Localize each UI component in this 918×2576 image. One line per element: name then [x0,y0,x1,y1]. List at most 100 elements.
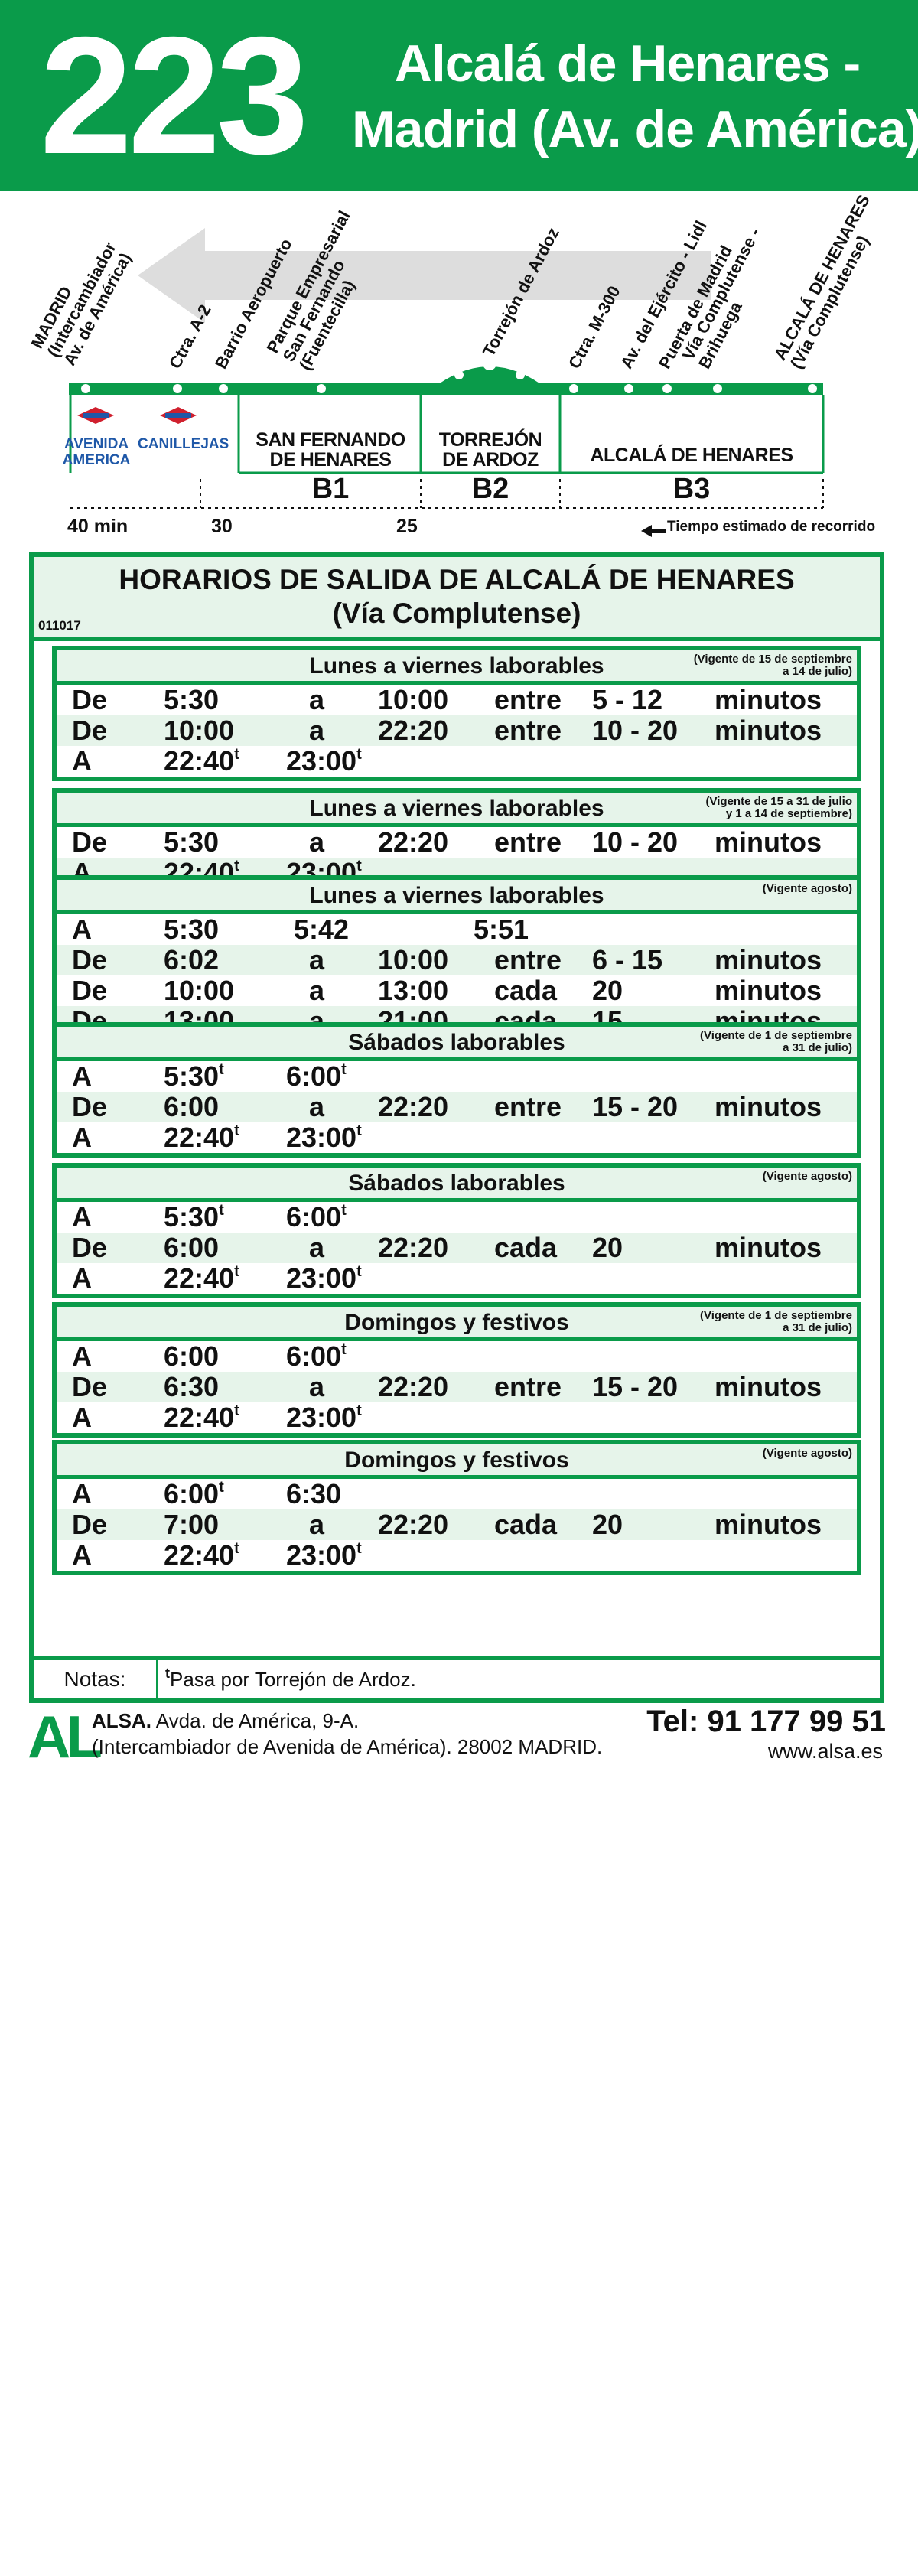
schedule-row: A 6:00t 6:30 [57,1479,857,1509]
stop-dot [808,384,817,393]
stop-dot [317,384,326,393]
schedule-cell-text: 22:40 [164,1122,235,1153]
schedule-cell-text: 5:30 [164,826,220,858]
schedule-cell: 10 - 20 [592,827,678,858]
schedule-row: De 5:30 a 22:20 entre 10 - 20 minutos [57,827,857,858]
schedule-cell-text: minutos [715,1091,822,1122]
torrejon-mark: t [341,1341,347,1358]
schedule-cell: 22:40t [164,1122,239,1153]
torrejon-mark: t [356,858,362,874]
schedule-cell: 23:00t [286,746,362,777]
block-header: Domingos y festivos (Vigente agosto) [57,1444,857,1479]
header-banner: 223 Alcalá de Henares - Madrid (Av. de A… [0,0,918,191]
schedule-cell-text: 20 [592,1232,623,1263]
schedule-cell: 6:00 [164,1092,219,1122]
schedule-cell: entre [494,1372,562,1402]
schedule-cell: 5:42 [294,914,349,945]
schedule-cell-text: 10 - 20 [592,715,679,746]
schedule-block: Domingos y festivos (Vigente de 1 de sept… [52,1302,861,1438]
schedule-block: Sábados laborables (Vigente agosto) A 5:30t… [52,1163,861,1298]
schedule-cell: a [309,715,324,746]
block-validity: (Vigente de 15 a 31 de julio y 1 a 14 de… [705,795,852,820]
schedule-cell-text: A [72,1340,92,1372]
schedule-cell: 22:40t [164,1540,239,1571]
schedule-cell-text: 23:00 [286,1539,357,1571]
schedule-cell-text: 6:30 [164,1371,220,1402]
schedule-cell-text: cada [494,1232,558,1263]
schedule-cell: A [72,1122,92,1153]
schedule-cell-text: De [72,975,108,1006]
schedule-cell-text: 6:00 [164,1478,220,1509]
schedule-cell-text: cada [494,1509,558,1540]
schedule-cell-text: 10 - 20 [592,826,679,858]
schedule-row: De 6:02 a 10:00 entre 6 - 15 minutos [57,945,857,975]
schedule-cell-text: 22:20 [378,826,449,858]
schedule-cell-text: a [309,715,325,746]
schedule-cell: 6:00 [164,1341,219,1372]
schedule-cell-text: a [309,826,325,858]
schedule-cell: A [72,746,92,777]
schedule-cell-text: De [72,1371,108,1402]
schedule-cell-text: entre [494,1091,562,1122]
schedule-cell-text: 6:00 [286,1201,342,1233]
schedule-cell-text: De [72,826,108,858]
schedule-title: HORARIOS DE SALIDA DE ALCALÁ DE HENARES [119,564,795,595]
schedule-cell: 22:20 [378,1509,448,1540]
schedule-cell-text: 22:20 [378,1509,449,1540]
block-header: Lunes a viernes laborables (Vigente agost… [57,880,857,914]
schedule-cell: cada [494,975,557,1006]
schedule-row: A 22:40t 23:00t [57,1540,857,1571]
schedule-cell-text: 6 - 15 [592,944,663,975]
schedule-cell: minutos [715,1233,822,1263]
schedule-cell-text: minutos [715,1232,822,1263]
schedule-cell: 7:00 [164,1509,219,1540]
schedule-cell: 20 [592,975,623,1006]
schedule-cell: 5:30 [164,914,219,945]
torrejon-mark: t [234,1402,239,1419]
schedule-cell: 5:51 [474,914,529,945]
schedule-cell: minutos [715,715,822,746]
schedule-cell-text: A [72,1539,92,1571]
schedule-cell-text: a [309,975,325,1006]
schedule-cell-text: minutos [715,1371,822,1402]
schedule-cell-text: minutos [715,684,822,715]
schedule-cell-text: 10:00 [378,684,449,715]
schedule-cell-text: 6:00 [286,1340,342,1372]
schedule-cell: entre [494,827,562,858]
torrejon-mark: t [219,1061,224,1078]
schedule-cell: 6:00t [164,1479,224,1509]
schedule-cell-text: A [72,1402,92,1433]
schedule-cell: A [72,1061,92,1092]
stop-dot [173,384,182,393]
schedule-cell-text: 5:30 [164,913,220,945]
schedule-cell: 22:20 [378,1092,448,1122]
block-validity: (Vigente de 1 de septiembre a 31 de juli… [700,1029,852,1054]
schedule-cell-text: 22:40 [164,1539,235,1571]
schedule-cell-text: 5:30 [164,1060,220,1092]
schedule-cell-text: entre [494,1371,562,1402]
schedule-cell-text: 6:00 [164,1340,220,1372]
schedule-cell: 22:40t [164,1402,239,1433]
schedule-cell-text: 7:00 [164,1509,220,1540]
time-note-arrow [641,525,666,537]
schedule-cell-text: a [309,1232,325,1263]
schedule-cell-text: minutos [715,1509,822,1540]
schedule-panel: HORARIOS DE SALIDA DE ALCALÁ DE HENARES … [29,552,884,1660]
schedule-row: De 10:00 a 13:00 cada 20 minutos [57,975,857,1006]
zone-name-b1: SAN FERNANDO DE HENARES [256,429,405,471]
schedule-cell: a [309,1509,324,1540]
schedule-code: 011017 [38,618,81,633]
schedule-cell-text: minutos [715,826,822,858]
schedule-cell: De [72,975,107,1006]
website-link[interactable]: www.alsa.es [768,1740,883,1763]
footer: AL ALSA. Avda. de América, 9-A. (Interca… [0,1705,918,1773]
schedule-row: De 5:30 a 10:00 entre 5 - 12 minutos [57,685,857,715]
schedule-cell-text: entre [494,944,562,975]
route-map: MADRID (Intercambiador Av. de América) C… [0,191,918,551]
schedule-row: A 22:40t 23:00t [57,746,857,777]
schedule-cell: 22:20 [378,1233,448,1263]
notes-text: Pasa por Torrejón de Ardoz. [170,1668,416,1691]
time-note: Tiempo estimado de recorrido [667,519,876,535]
schedule-row: A 5:30t 6:00t [57,1202,857,1233]
schedule-row: A 5:30 5:42 5:51 [57,914,857,945]
